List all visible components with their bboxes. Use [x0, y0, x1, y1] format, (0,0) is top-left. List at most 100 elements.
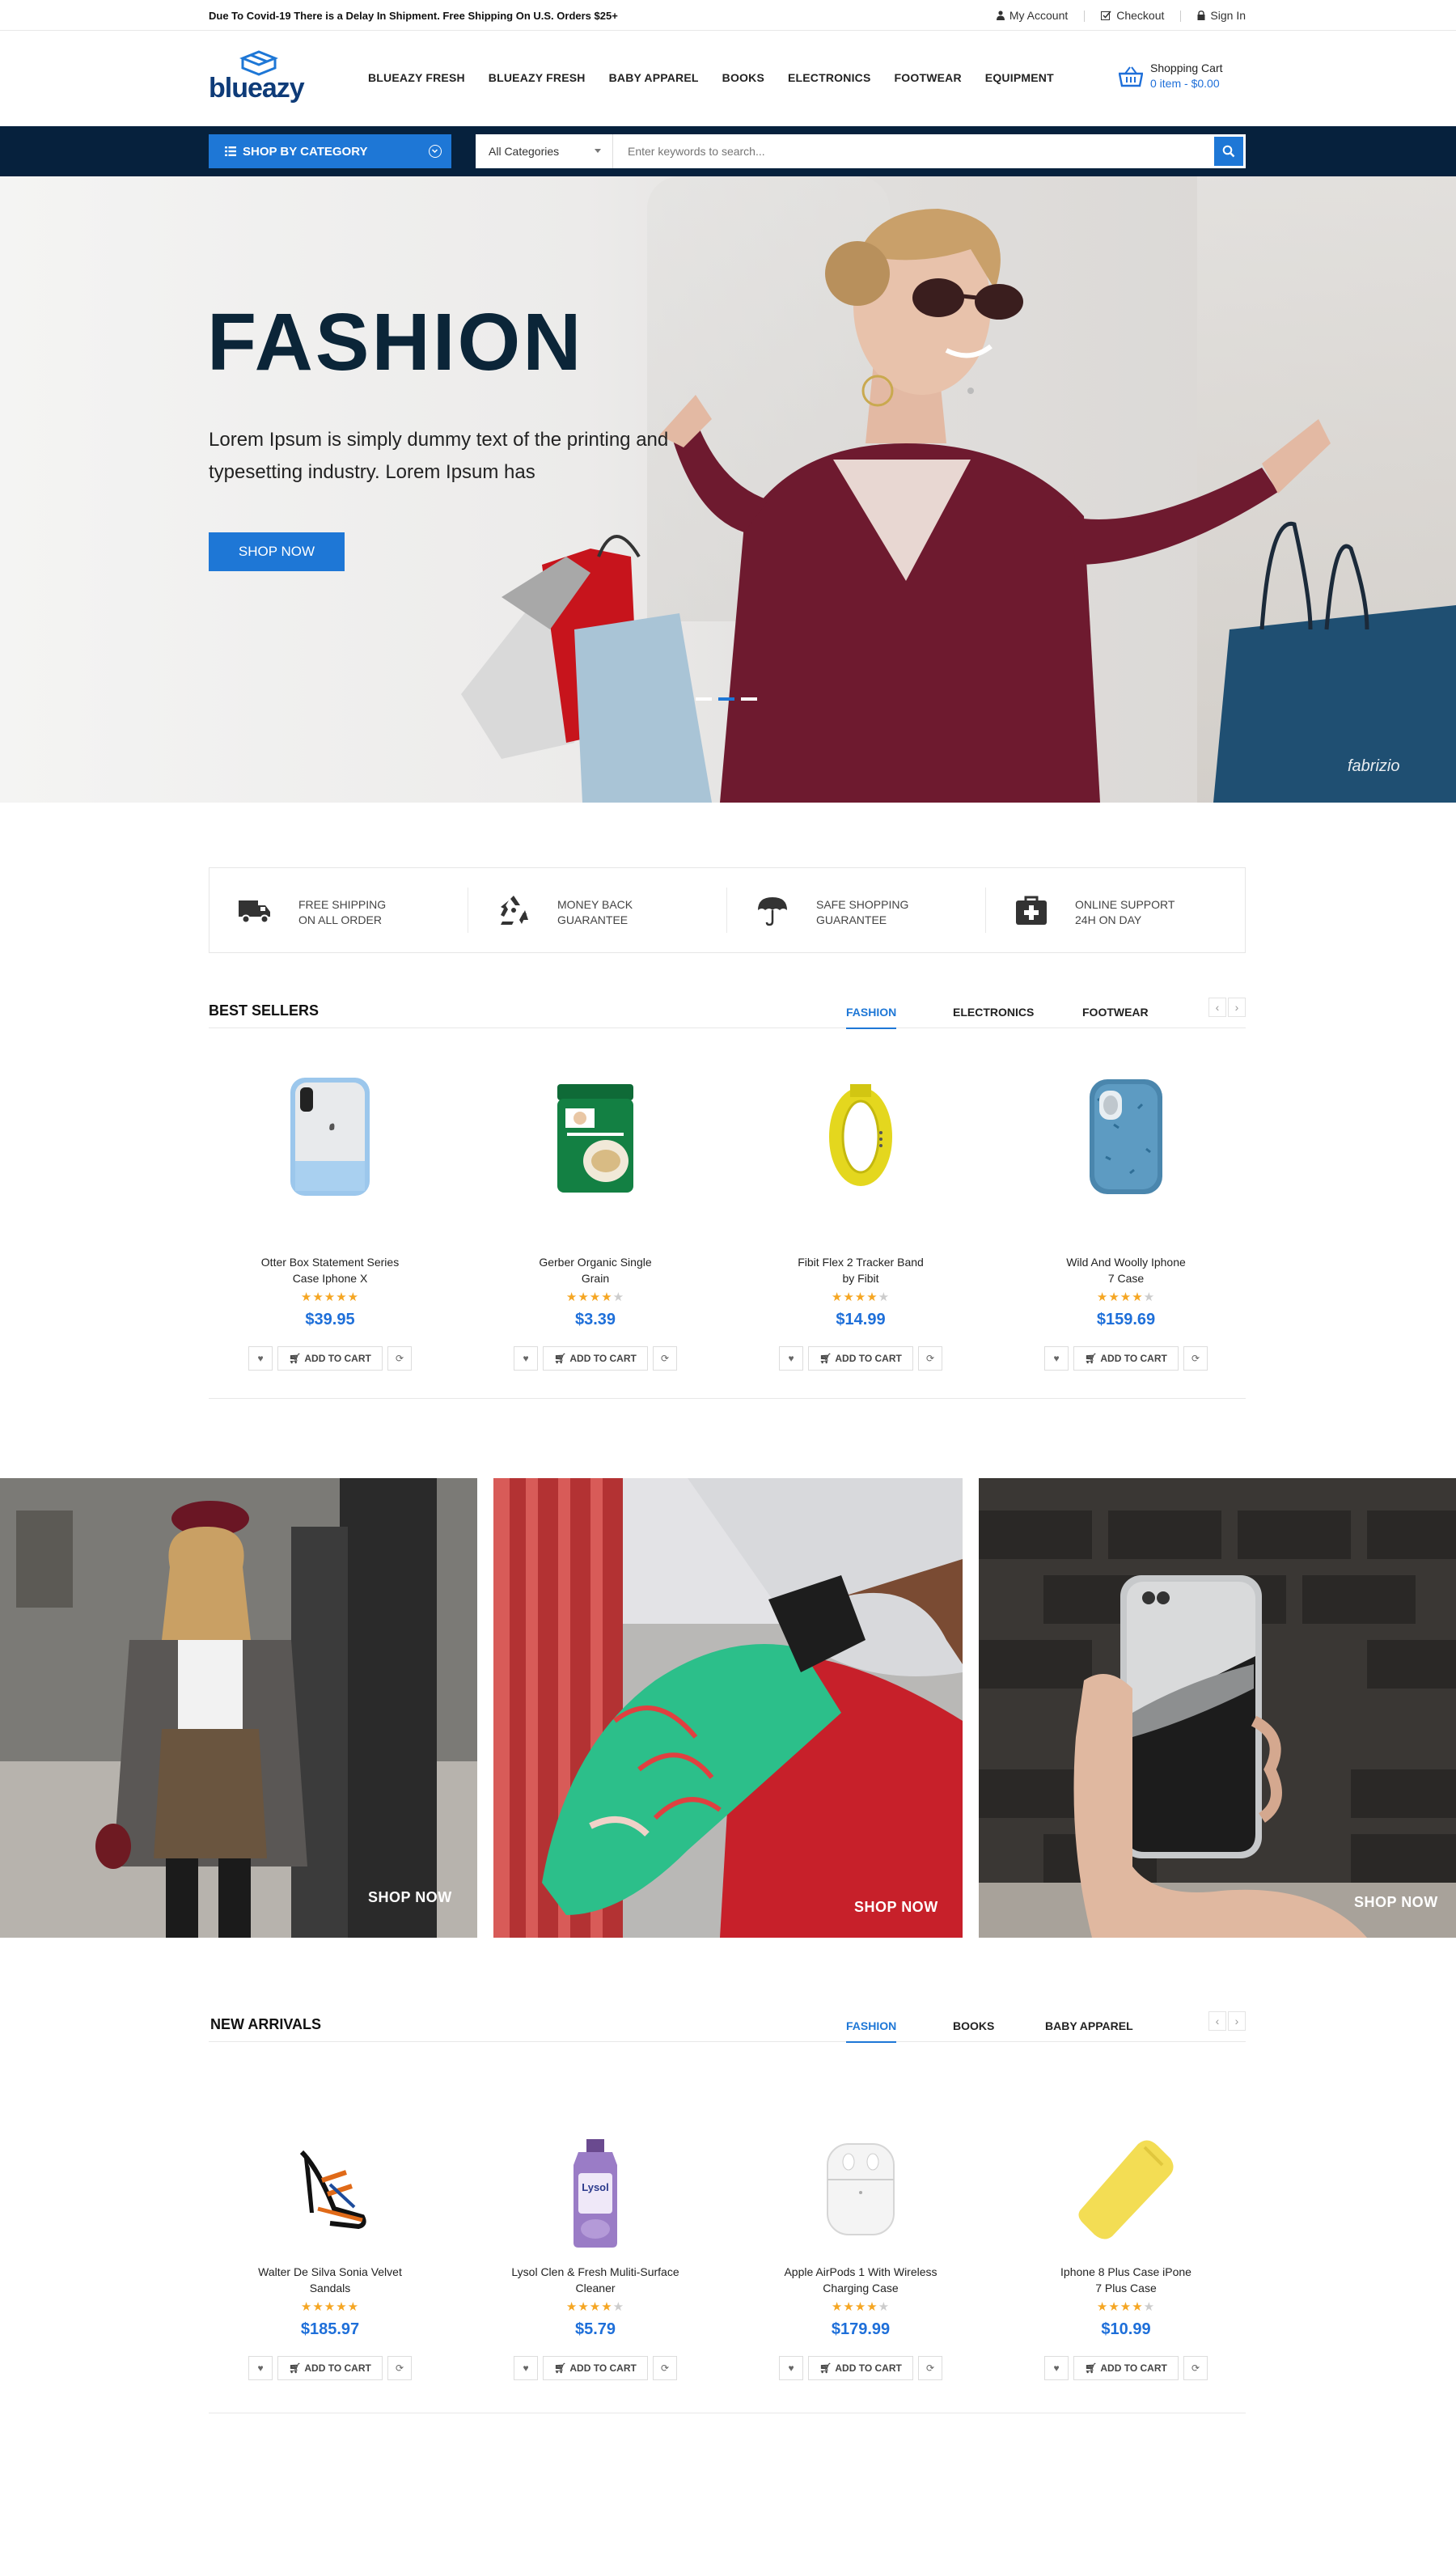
product-actions: ♥ 🛒︎ ADD TO CART ⟳ — [1044, 2356, 1208, 2380]
product-name[interactable]: Fibit Flex 2 Tracker Band by Fibit — [772, 1254, 950, 1286]
product-card[interactable]: Fibit Flex 2 Tracker Band by Fibit ★★★★★ $1… — [739, 1076, 982, 1383]
hero-shop-now-button[interactable]: SHOP NOW — [209, 532, 345, 571]
nav-item-blueazy-fresh[interactable]: BLUEAZY FRESH — [368, 71, 465, 84]
hero-slider: FASHION Lorem Ipsum is simply dummy text… — [0, 176, 1456, 803]
nav-item-baby-apparel[interactable]: BABY APPAREL — [609, 71, 699, 84]
chevron-left-icon[interactable]: ‹ — [1208, 2011, 1226, 2031]
product-name[interactable]: Otter Box Statement Series Case Iphone X — [241, 1254, 419, 1286]
add-to-cart-button[interactable]: 🛒︎ ADD TO CART — [808, 2356, 913, 2380]
product-image[interactable] — [816, 2136, 905, 2245]
my-account-link[interactable]: My Account — [980, 9, 1084, 22]
slider-dot[interactable] — [741, 697, 757, 701]
chevron-left-icon[interactable]: ‹ — [1208, 998, 1226, 1017]
add-to-cart-button[interactable]: 🛒︎ ADD TO CART — [1073, 2356, 1179, 2380]
tab-footwear[interactable]: FOOTWEAR — [1082, 1006, 1149, 1019]
feature-free-shipping: FREE SHIPPING ON ALL ORDER — [210, 868, 468, 952]
wishlist-heart-icon[interactable]: ♥ — [779, 2356, 803, 2380]
search-form: All Categories — [476, 134, 1246, 168]
nav-item-footwear[interactable]: FOOTWEAR — [895, 71, 962, 84]
cart-icon: 🛒︎ — [289, 2362, 302, 2374]
product-image[interactable] — [816, 1076, 905, 1201]
category-select[interactable]: All Categories — [476, 134, 613, 168]
banner-shop-now[interactable]: SHOP NOW — [368, 1889, 452, 1906]
product-name[interactable]: Wild And Woolly Iphone 7 Case — [1037, 1254, 1215, 1286]
product-image[interactable] — [286, 2136, 375, 2237]
search-button[interactable] — [1212, 134, 1246, 168]
add-to-cart-button[interactable]: 🛒︎ ADD TO CART — [1073, 1346, 1179, 1371]
nav-item-electronics[interactable]: ELECTRONICS — [788, 71, 871, 84]
nav-item-blueazy-fresh-2[interactable]: BLUEAZY FRESH — [489, 71, 586, 84]
compare-refresh-icon[interactable]: ⟳ — [1183, 2356, 1208, 2380]
product-card[interactable]: Otter Box Statement Series Case Iphone X ★… — [209, 1076, 451, 1383]
shop-by-category-button[interactable]: SHOP BY CATEGORY — [209, 134, 451, 168]
tab-books[interactable]: BOOKS — [953, 2019, 994, 2032]
shop-by-category-label: SHOP BY CATEGORY — [243, 144, 368, 159]
checkout-link[interactable]: Checkout — [1085, 9, 1180, 22]
compare-refresh-icon[interactable]: ⟳ — [653, 1346, 677, 1371]
hero-model-image — [461, 209, 1456, 803]
logo[interactable]: blueazy — [209, 50, 314, 104]
product-image[interactable] — [286, 1076, 375, 1201]
wishlist-heart-icon[interactable]: ♥ — [514, 2356, 538, 2380]
cart-icon: 🛒︎ — [554, 2362, 567, 2374]
compare-refresh-icon[interactable]: ⟳ — [918, 2356, 942, 2380]
banner-footwear[interactable]: SHOP NOW — [493, 1478, 963, 1938]
add-to-cart-button[interactable]: 🛒︎ ADD TO CART — [277, 2356, 383, 2380]
product-image[interactable] — [1073, 2136, 1179, 2245]
product-image[interactable] — [1081, 1076, 1170, 1201]
product-card[interactable]: Lysol Lysol Clen & Fresh Muliti-Surface Cl… — [474, 2086, 717, 2393]
tab-baby-apparel[interactable]: BABY APPAREL — [1045, 2019, 1133, 2032]
cart-icon: 🛒︎ — [1085, 2362, 1098, 2374]
product-card[interactable]: Gerber Organic Single Grain ★★★★★ $3.39 ♥ 🛒︎ A… — [474, 1076, 717, 1383]
banner-electronics[interactable]: SHOP NOW — [979, 1478, 1456, 1938]
product-name[interactable]: Iphone 8 Plus Case iPone 7 Plus Case — [1037, 2264, 1215, 2296]
compare-refresh-icon[interactable]: ⟳ — [1183, 1346, 1208, 1371]
product-name[interactable]: Lysol Clen & Fresh Muliti-Surface Cleaner — [506, 2264, 684, 2296]
add-to-cart-button[interactable]: 🛒︎ ADD TO CART — [808, 1346, 913, 1371]
search-input[interactable] — [613, 134, 1212, 168]
wishlist-heart-icon[interactable]: ♥ — [248, 1346, 273, 1371]
nav-item-equipment[interactable]: EQUIPMENT — [985, 71, 1054, 84]
shopping-cart[interactable]: Shopping Cart 0 item - $0.00 — [1119, 61, 1248, 94]
add-to-cart-button[interactable]: 🛒︎ ADD TO CART — [277, 1346, 383, 1371]
wishlist-heart-icon[interactable]: ♥ — [779, 1346, 803, 1371]
product-image[interactable] — [551, 1076, 640, 1201]
compare-refresh-icon[interactable]: ⟳ — [387, 2356, 412, 2380]
banner-shop-now[interactable]: SHOP NOW — [854, 1899, 938, 1916]
product-price: $179.99 — [831, 2320, 891, 2338]
chevron-right-icon[interactable]: › — [1228, 2011, 1246, 2031]
product-card[interactable]: Apple AirPods 1 With Wireless Charging Ca… — [739, 2086, 982, 2393]
slider-dot[interactable] — [696, 697, 712, 701]
add-to-cart-button[interactable]: 🛒︎ ADD TO CART — [543, 1346, 648, 1371]
tab-fashion[interactable]: FASHION — [846, 2019, 897, 2043]
nav-item-books[interactable]: BOOKS — [722, 71, 764, 84]
product-price: $185.97 — [300, 2320, 360, 2338]
wishlist-heart-icon[interactable]: ♥ — [1044, 1346, 1069, 1371]
wishlist-heart-icon[interactable]: ♥ — [1044, 2356, 1069, 2380]
compare-refresh-icon[interactable]: ⟳ — [918, 1346, 942, 1371]
product-card[interactable]: Walter De Silva Sonia Velvet Sandals ★★★★★… — [209, 2086, 451, 2393]
product-card[interactable]: Iphone 8 Plus Case iPone 7 Plus Case ★★★★★… — [1005, 2086, 1247, 2393]
wishlist-heart-icon[interactable]: ♥ — [514, 1346, 538, 1371]
chevron-right-icon[interactable]: › — [1228, 998, 1246, 1017]
best-sellers-header: BEST SELLERS FASHION ELECTRONICS FOOTWEA… — [209, 998, 1246, 1029]
product-name[interactable]: Walter De Silva Sonia Velvet Sandals — [241, 2264, 419, 2296]
banner-footwear-image — [493, 1478, 963, 1938]
wishlist-heart-icon[interactable]: ♥ — [248, 2356, 273, 2380]
product-card[interactable]: Wild And Woolly Iphone 7 Case ★★★★★ $159.69… — [1005, 1076, 1247, 1383]
add-to-cart-button[interactable]: 🛒︎ ADD TO CART — [543, 2356, 648, 2380]
tab-fashion[interactable]: FASHION — [846, 1006, 897, 1029]
product-name[interactable]: Apple AirPods 1 With Wireless Charging Ca… — [772, 2264, 950, 2296]
shipping-notice: Due To Covid-19 There is a Delay In Ship… — [209, 10, 618, 22]
sign-in-link[interactable]: Sign In — [1181, 9, 1246, 22]
compare-refresh-icon[interactable]: ⟳ — [653, 2356, 677, 2380]
slider-dot-active[interactable] — [718, 697, 734, 701]
banner-fashion[interactable]: SHOP NOW — [0, 1478, 477, 1938]
product-name[interactable]: Gerber Organic Single Grain — [506, 1254, 684, 1286]
banner-shop-now[interactable]: SHOP NOW — [1354, 1894, 1438, 1911]
tab-electronics[interactable]: ELECTRONICS — [953, 1006, 1034, 1019]
hero-text: Lorem Ipsum is simply dummy text of the … — [209, 429, 669, 483]
product-image[interactable]: Lysol — [551, 2136, 640, 2253]
slider-dots — [696, 697, 757, 701]
compare-refresh-icon[interactable]: ⟳ — [387, 1346, 412, 1371]
